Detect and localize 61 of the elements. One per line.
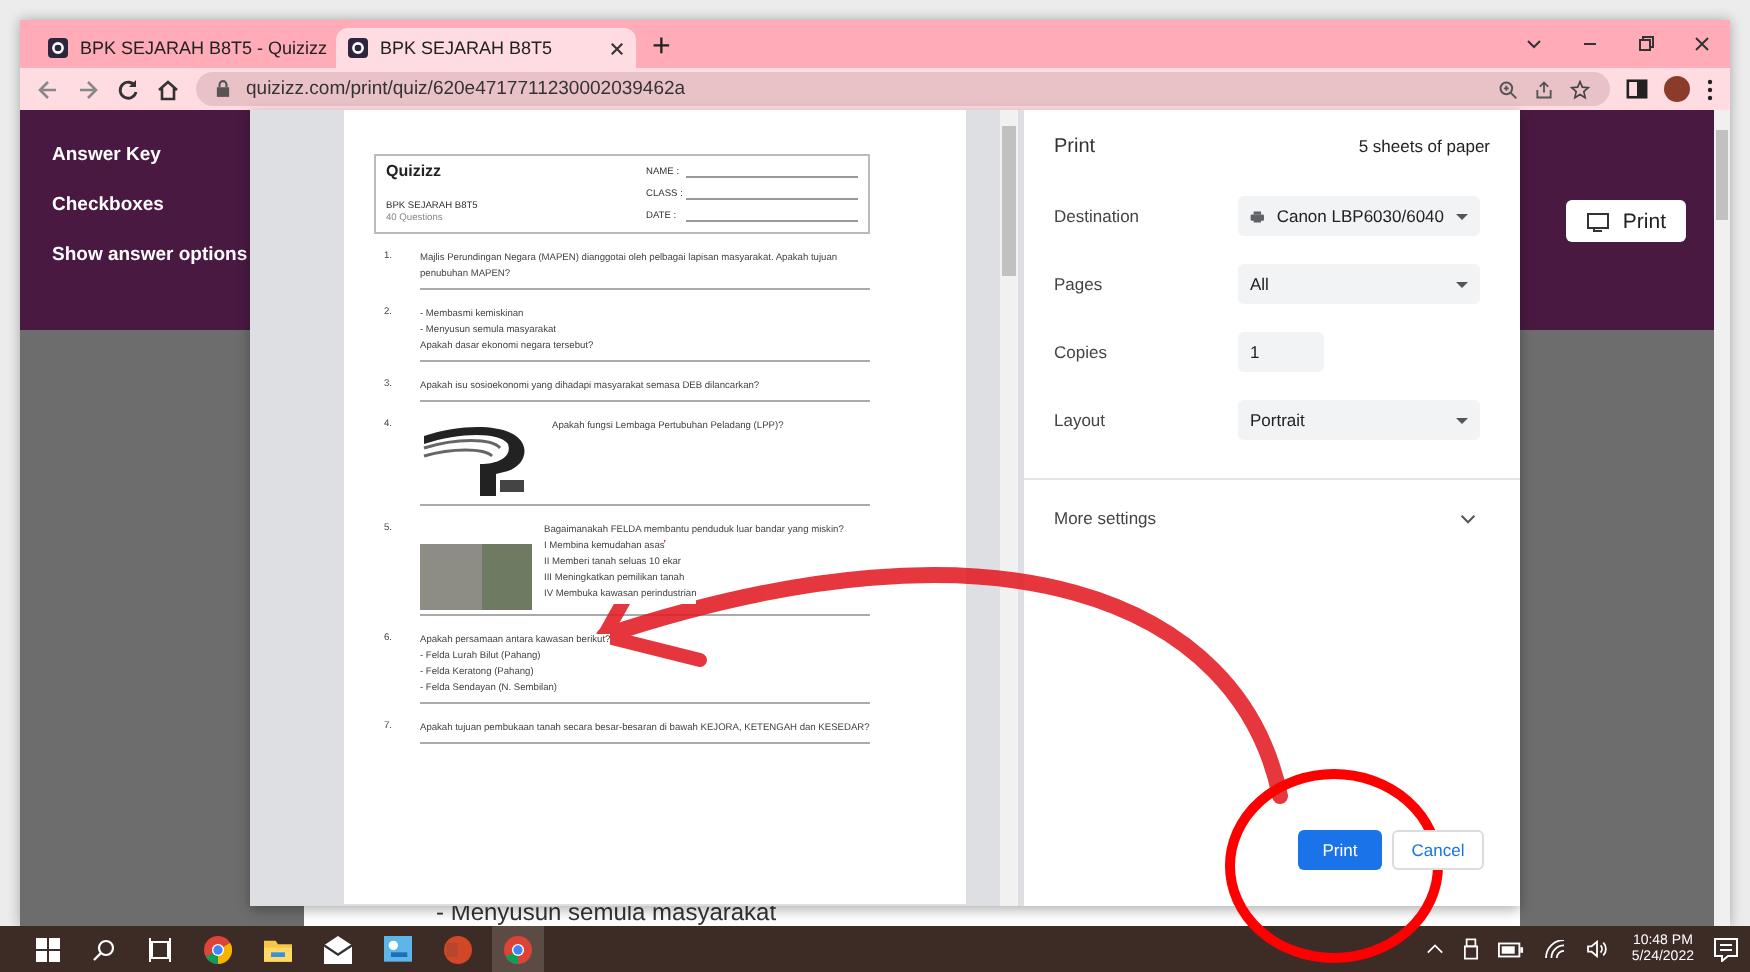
setting-label: Pages — [1054, 274, 1105, 294]
quiz-logo-icon — [348, 38, 368, 58]
browser-tab[interactable]: BPK SEJARAH B8T5 — [336, 28, 636, 68]
mail-icon[interactable] — [324, 935, 352, 963]
windows-icon[interactable] — [36, 937, 60, 961]
home-icon[interactable] — [156, 77, 180, 101]
wifi-icon[interactable] — [1543, 940, 1566, 958]
battery-icon[interactable] — [1497, 941, 1524, 957]
notification-icon[interactable] — [1714, 937, 1738, 961]
monitor-icon — [1586, 211, 1611, 231]
dropdown[interactable]: All — [1238, 264, 1480, 304]
star-icon[interactable] — [1570, 79, 1590, 99]
more-settings-toggle[interactable]: More settings — [1024, 478, 1520, 528]
setting-label: Layout — [1054, 410, 1108, 430]
share-icon[interactable] — [1534, 79, 1554, 99]
sidebar-item[interactable]: Answer Key — [52, 144, 248, 166]
task-view-icon[interactable] — [148, 937, 172, 961]
chevron-icon — [1460, 513, 1476, 523]
dialog-title: Print — [1054, 135, 1096, 157]
volume-icon[interactable] — [1585, 940, 1608, 958]
app-icon[interactable] — [384, 935, 412, 963]
presentation-app-icon[interactable] — [444, 935, 472, 963]
more-icon[interactable] — [1706, 77, 1714, 101]
photo-placeholder — [420, 544, 532, 610]
lock-icon — [216, 80, 230, 98]
usb-icon[interactable] — [1463, 938, 1478, 960]
destination-select[interactable]: Canon LBP6030/6040 — [1238, 196, 1480, 236]
dropdown[interactable]: Portrait — [1238, 400, 1480, 440]
back-icon[interactable] — [36, 77, 60, 101]
print-button[interactable]: Print — [1298, 830, 1382, 870]
chrome-icon[interactable] — [204, 935, 232, 963]
caret-icon — [1456, 281, 1468, 287]
forward-icon[interactable] — [76, 77, 100, 101]
new-tab-button[interactable]: + — [636, 28, 687, 68]
zoom-icon[interactable] — [1498, 79, 1518, 99]
chevron-icon[interactable] — [1425, 940, 1444, 958]
cancel-button[interactable]: Cancel — [1392, 830, 1484, 870]
quiz-logo: Quizizz — [386, 162, 444, 180]
close-icon[interactable] — [610, 41, 624, 55]
caret-icon — [1456, 417, 1468, 423]
chrome-icon — [504, 935, 532, 963]
side-panel-icon[interactable] — [1626, 78, 1648, 100]
print-button[interactable]: Print — [1566, 200, 1686, 242]
sidebar-item[interactable]: Show answer options — [52, 244, 248, 266]
printer-icon — [1250, 207, 1265, 225]
scrollbar[interactable] — [1000, 110, 1018, 906]
address-bar[interactable]: quizizz.com/print/quiz/620e4717711230002039462a — [196, 72, 1610, 106]
setting-label: Destination — [1054, 206, 1142, 226]
reload-icon[interactable] — [116, 77, 140, 101]
scrollbar[interactable] — [1714, 110, 1730, 926]
setting-label: Copies — [1054, 342, 1109, 362]
answer-text: - Menyusun semula masyarakat — [436, 898, 777, 926]
quiz-logo-icon — [48, 38, 68, 58]
caret-icon — [1456, 213, 1468, 219]
copies-field[interactable]: 1 — [1238, 332, 1324, 372]
sheet-count: 5 sheets of paper — [1358, 136, 1490, 156]
sidebar-item[interactable]: Checkboxes — [52, 194, 248, 216]
search-icon[interactable] — [92, 937, 116, 961]
taskbar-chrome-button[interactable] — [492, 926, 544, 972]
folder-icon[interactable] — [264, 935, 292, 963]
avatar[interactable] — [1664, 76, 1690, 102]
